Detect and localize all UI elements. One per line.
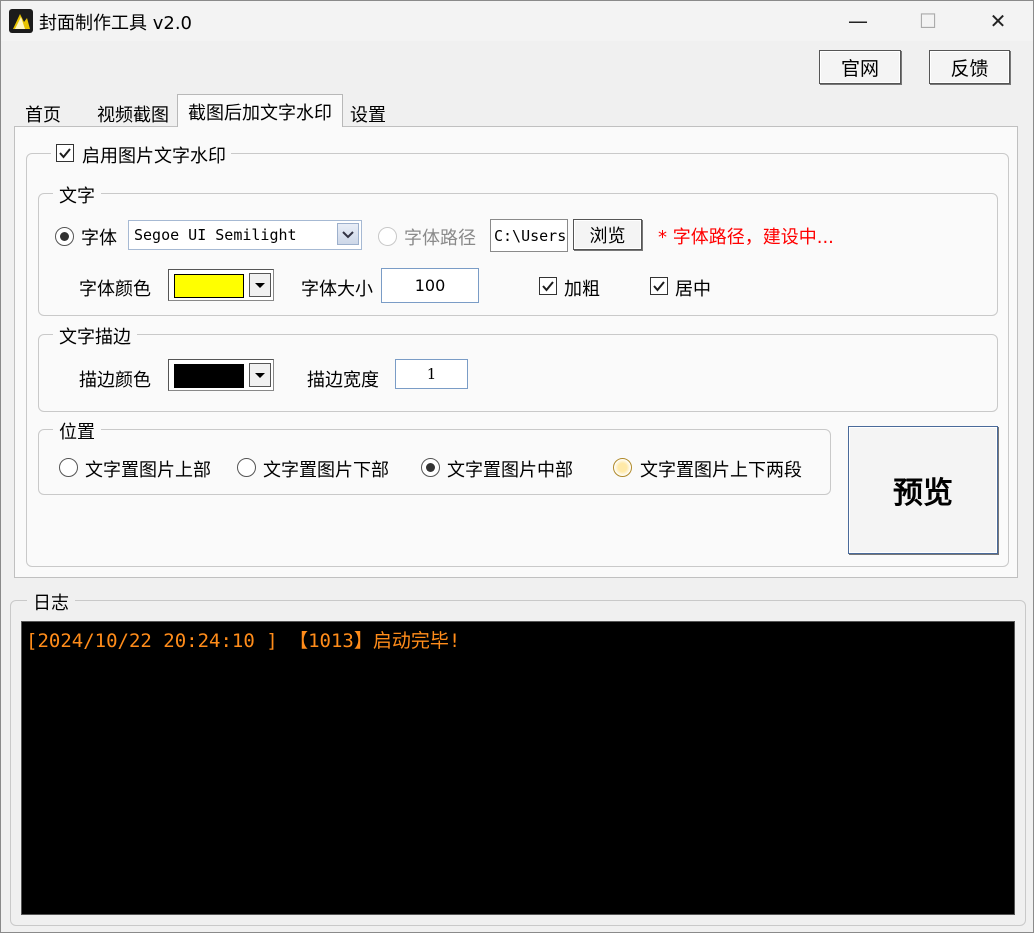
font-color-picker[interactable]	[168, 269, 274, 301]
browse-button[interactable]: 浏览	[573, 219, 642, 250]
center-checkbox[interactable]	[650, 277, 668, 295]
app-logo-icon	[9, 9, 33, 33]
tab-video-capture[interactable]: 视频截图	[97, 99, 169, 126]
font-path-note: * 字体路径，建设中...	[658, 227, 834, 248]
chevron-down-icon	[337, 223, 359, 245]
log-group-title: 日志	[27, 589, 75, 615]
maximize-button[interactable]: ☐	[893, 1, 963, 41]
position-split-radio[interactable]	[613, 458, 632, 477]
stroke-color-label: 描边颜色	[79, 370, 151, 391]
font-size-label: 字体大小	[301, 279, 373, 300]
position-group-title: 位置	[53, 418, 101, 444]
text-group-title: 文字	[53, 182, 101, 208]
app-window: 封面制作工具 v2.0 — ☐ ✕ 官网 反馈 首页 视频截图 截图后加文字水印…	[0, 0, 1034, 933]
font-color-label: 字体颜色	[79, 279, 151, 300]
tab-home[interactable]: 首页	[25, 99, 61, 126]
stroke-color-swatch	[174, 364, 244, 388]
position-split-label: 文字置图片上下两段	[640, 460, 802, 481]
stroke-width-input[interactable]: 1	[395, 359, 468, 389]
font-color-swatch	[174, 274, 244, 298]
enable-watermark-checkbox[interactable]	[56, 144, 74, 162]
stroke-group-title: 文字描边	[53, 323, 137, 349]
font-select[interactable]: Segoe UI Semilight	[128, 220, 362, 250]
position-bottom-label: 文字置图片下部	[263, 460, 389, 481]
tab-settings[interactable]: 设置	[350, 99, 386, 126]
enable-watermark-label: 启用图片文字水印	[82, 146, 226, 167]
position-top-radio[interactable]	[59, 458, 78, 477]
log-line: [2024/10/22 20:24:10 ] 【1013】启动完毕!	[26, 630, 461, 652]
feedback-button[interactable]: 反馈	[929, 50, 1010, 84]
font-select-value: Segoe UI Semilight	[134, 226, 297, 244]
font-radio-label: 字体	[81, 228, 117, 249]
font-path-radio[interactable]	[378, 227, 397, 246]
preview-button[interactable]: 预览	[848, 426, 998, 554]
watermark-group-header: 启用图片文字水印	[51, 141, 231, 167]
title-bar: 封面制作工具 v2.0 — ☐ ✕	[1, 1, 1033, 41]
minimize-button[interactable]: —	[823, 1, 893, 41]
window-title: 封面制作工具 v2.0	[39, 13, 192, 34]
stroke-color-picker[interactable]	[168, 359, 274, 391]
font-path-radio-label: 字体路径	[404, 228, 476, 249]
bold-checkbox[interactable]	[539, 277, 557, 295]
position-bottom-radio[interactable]	[237, 458, 256, 477]
position-middle-radio[interactable]	[421, 458, 440, 477]
caret-down-icon	[249, 363, 271, 387]
position-top-label: 文字置图片上部	[85, 460, 211, 481]
tab-watermark[interactable]: 截图后加文字水印	[177, 94, 343, 127]
caret-down-icon	[249, 273, 271, 297]
close-button[interactable]: ✕	[963, 1, 1033, 41]
log-console[interactable]: [2024/10/22 20:24:10 ] 【1013】启动完毕!	[21, 621, 1015, 915]
font-path-input[interactable]: C:\Users	[490, 219, 568, 252]
font-size-input[interactable]: 100	[381, 268, 479, 303]
center-label: 居中	[675, 279, 711, 300]
position-middle-label: 文字置图片中部	[447, 460, 573, 481]
font-radio[interactable]	[55, 227, 74, 246]
bold-label: 加粗	[564, 279, 600, 300]
stroke-width-label: 描边宽度	[307, 370, 379, 391]
website-button[interactable]: 官网	[819, 50, 901, 84]
